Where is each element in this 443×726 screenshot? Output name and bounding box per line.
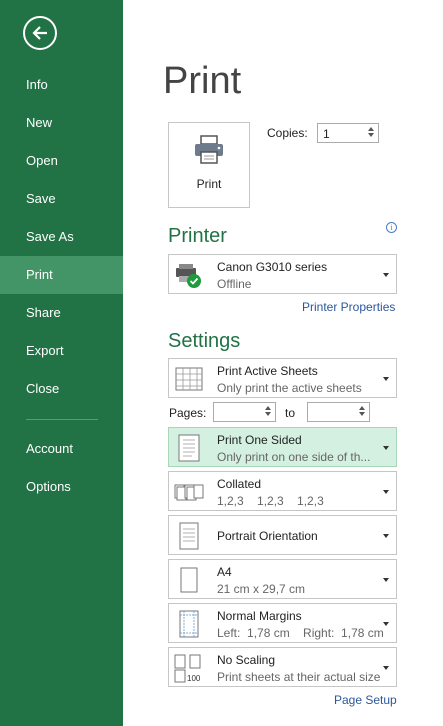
- margins-dropdown[interactable]: Normal Margins Left: 1,78 cm Right: 1,78…: [168, 603, 397, 643]
- printer-status-icon: [176, 264, 201, 288]
- chevron-down-icon: [383, 490, 389, 494]
- printer-status: Offline: [217, 277, 252, 291]
- scaling-desc: Print sheets at their actual size: [217, 670, 381, 684]
- chevron-down-icon: [383, 622, 389, 626]
- printer-properties-link[interactable]: Printer Properties: [302, 300, 395, 314]
- copies-value: 1: [323, 127, 330, 141]
- scaling-dropdown[interactable]: 100 No Scaling Print sheets at their act…: [168, 647, 397, 687]
- copies-stepper[interactable]: 1: [317, 123, 379, 143]
- paper-size-label: A4: [217, 565, 232, 579]
- paper-size-dropdown[interactable]: A4 21 cm x 29,7 cm: [168, 559, 397, 599]
- nav-export[interactable]: Export: [0, 332, 123, 370]
- nav-close[interactable]: Close: [0, 370, 123, 408]
- nav-new[interactable]: New: [0, 104, 123, 142]
- orientation-dropdown[interactable]: Portrait Orientation: [168, 515, 397, 555]
- printer-dropdown[interactable]: Canon G3010 series Offline: [168, 254, 397, 294]
- chevron-down-icon: [383, 534, 389, 538]
- sides-dropdown[interactable]: Print One Sided Only print on one side o…: [168, 427, 397, 467]
- spin-down-icon[interactable]: [367, 133, 374, 137]
- nav-info[interactable]: Info: [0, 66, 123, 104]
- print-button-label: Print: [196, 177, 222, 191]
- chevron-down-icon: [383, 666, 389, 670]
- nav-print[interactable]: Print: [0, 256, 123, 294]
- back-arrow-icon: [32, 26, 47, 40]
- info-icon[interactable]: i: [386, 222, 397, 233]
- portrait-icon: [179, 522, 199, 550]
- page-setup-link[interactable]: Page Setup: [334, 693, 397, 707]
- chevron-down-icon: [383, 273, 389, 277]
- pages-from-input[interactable]: [213, 402, 276, 422]
- page-title: Print: [163, 60, 242, 102]
- orientation-label: Portrait Orientation: [217, 529, 318, 543]
- printer-section-heading: Printer: [168, 225, 227, 247]
- printer-icon: [195, 135, 223, 164]
- one-sided-icon: [178, 434, 200, 462]
- back-button[interactable]: [23, 16, 57, 50]
- spin-up-icon[interactable]: [264, 406, 271, 410]
- pages-to-label: to: [285, 406, 296, 420]
- chevron-down-icon: [383, 377, 389, 381]
- backstage-sidebar: Info New Open Save Save As Print Share E…: [0, 0, 123, 726]
- nav-open[interactable]: Open: [0, 142, 123, 180]
- margins-label: Normal Margins: [217, 609, 302, 623]
- pages-to-input[interactable]: [307, 402, 370, 422]
- sidebar-divider: [26, 419, 98, 420]
- pages-label: Pages:: [169, 406, 207, 420]
- spin-up-icon[interactable]: [367, 127, 374, 131]
- print-button[interactable]: Print: [168, 122, 250, 208]
- paper-size-icon: [180, 567, 198, 593]
- sides-desc: Only print on one side of th...: [217, 450, 371, 464]
- margins-desc: Left: 1,78 cm Right: 1,78 cm: [217, 626, 384, 640]
- nav-share[interactable]: Share: [0, 294, 123, 332]
- print-pane: Print Print Copies: 1 Printer i Canon G3…: [123, 0, 443, 726]
- collation-desc: 1,2,3 1,2,3 1,2,3: [217, 494, 324, 508]
- scaling-label: No Scaling: [217, 653, 276, 667]
- nav-save[interactable]: Save: [0, 180, 123, 218]
- collated-icon: [174, 484, 204, 501]
- nav-options[interactable]: Options: [0, 468, 123, 506]
- settings-section-heading: Settings: [168, 330, 241, 352]
- print-what-label: Print Active Sheets: [217, 364, 318, 378]
- print-what-dropdown[interactable]: Print Active Sheets Only print the activ…: [168, 358, 397, 398]
- scaling-icon: 100: [174, 654, 201, 683]
- printer-name: Canon G3010 series: [217, 260, 328, 274]
- svg-text:100: 100: [187, 674, 201, 683]
- nav-save-as[interactable]: Save As: [0, 218, 123, 256]
- print-what-desc: Only print the active sheets: [217, 381, 362, 395]
- nav-account[interactable]: Account: [0, 430, 123, 468]
- spin-down-icon[interactable]: [264, 412, 271, 416]
- copies-label: Copies:: [267, 126, 308, 140]
- paper-size-desc: 21 cm x 29,7 cm: [217, 582, 306, 596]
- margins-icon: [179, 610, 199, 638]
- sheets-icon: [175, 367, 203, 391]
- sides-label: Print One Sided: [217, 433, 302, 447]
- collation-label: Collated: [217, 477, 262, 491]
- spin-up-icon[interactable]: [358, 406, 365, 410]
- spin-down-icon[interactable]: [358, 412, 365, 416]
- collation-dropdown[interactable]: Collated 1,2,3 1,2,3 1,2,3: [168, 471, 397, 511]
- chevron-down-icon: [383, 446, 389, 450]
- chevron-down-icon: [383, 578, 389, 582]
